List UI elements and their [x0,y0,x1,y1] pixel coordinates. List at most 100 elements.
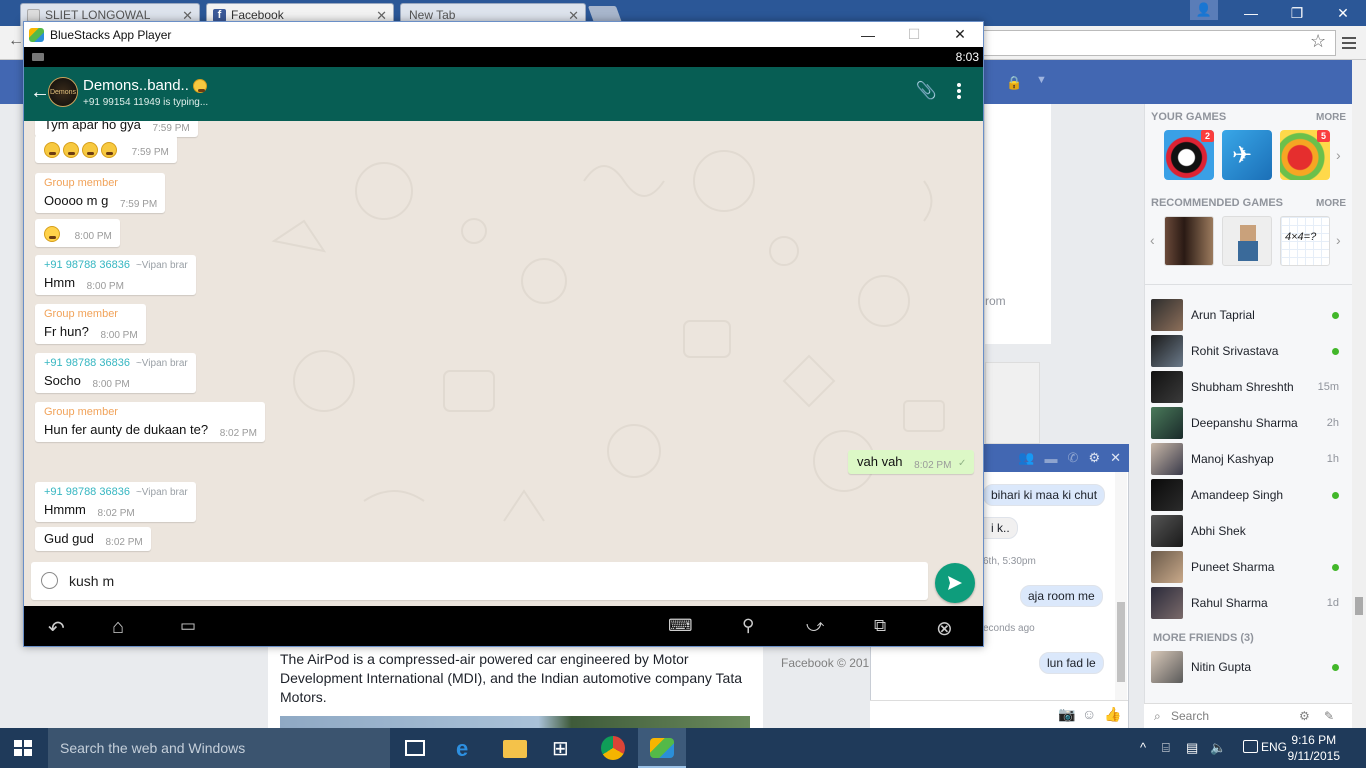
page-scrollbar[interactable] [1352,60,1366,728]
thumbs-up-icon[interactable]: 👍 [1104,706,1121,723]
whatsapp-header: ← Demons Demons..band.. +91 99154 11949 … [24,67,983,121]
language-indicator[interactable]: ENG [1261,740,1287,754]
bluestacks-taskbar-button[interactable] [638,728,686,768]
message-bubble[interactable]: 8:00 PM [35,219,120,247]
message-bubble[interactable]: +91 98788 36836 ~Vipan brar Socho 8:00 PM [35,353,196,393]
attach-icon[interactable]: 📎 [916,81,937,101]
video-call-icon[interactable]: ▬ [1045,451,1058,466]
maximize-icon[interactable]: ☐ [891,22,937,47]
tray-chevron-up-icon[interactable]: ^ [1140,740,1146,755]
chrome-icon[interactable] [601,736,625,760]
gear-icon[interactable]: ⚙ [1299,709,1310,723]
gear-icon[interactable]: ⚙ [1088,450,1100,466]
group-name[interactable]: Demons..band.. [83,77,210,94]
tray-app-icon[interactable]: ⌸ [1162,740,1170,756]
contact-item[interactable]: Puneet Sharma [1151,550,1347,584]
contact-item[interactable]: Manoj Kashyap 1h [1151,442,1347,476]
store-icon[interactable]: ⊞ [552,736,576,760]
back-arrow-icon[interactable]: ← [30,81,50,104]
add-friend-icon[interactable]: 👥 [1018,450,1034,466]
chat-search-input[interactable]: Search [1171,709,1209,723]
recommended-game-3[interactable]: 4×4=? [1280,216,1330,266]
chat-area[interactable]: Tym apar ho gya 7:59 PM 7:59 PM Group me… [24,121,983,560]
recent-apps-icon[interactable]: ▭ [180,616,196,636]
contact-item[interactable]: Rahul Sharma 1d [1151,586,1347,620]
game-candy-crush[interactable]: 5 [1280,130,1330,180]
message-bubble[interactable]: Group member Ooooo m g 7:59 PM [35,173,166,213]
taskbar-search[interactable]: Search the web and Windows [48,728,390,768]
message-input[interactable]: kush m [31,562,928,600]
task-view-icon[interactable] [405,740,425,756]
message-bubble[interactable]: +91 98788 36836 ~Vipan brar Hmm 8:00 PM [35,255,196,295]
notification-center-icon[interactable] [1243,740,1258,753]
article-image[interactable] [280,716,750,728]
phone-icon[interactable]: ✆ [1068,450,1079,466]
file-explorer-icon[interactable] [503,740,527,758]
chevron-right-icon[interactable]: › [1336,232,1341,248]
back-icon[interactable]: ↶ [48,616,65,641]
chrome-menu-icon[interactable] [1342,34,1356,52]
system-clock[interactable]: 9:16 PM 9/11/2015 [1288,732,1341,764]
user-profile-icon[interactable]: 👤 [1190,0,1218,20]
message-bubble[interactable]: Group member Fr hun? 8:00 PM [35,304,146,344]
scrollbar-thumb[interactable] [1355,597,1363,615]
games-more-link[interactable]: MORE [1316,112,1346,123]
keyboard-icon[interactable]: ⌨ [668,616,693,636]
contact-item[interactable]: Nitin Gupta [1151,650,1347,684]
game-8-ball-pool[interactable]: 2 [1164,130,1214,180]
emoji-icon[interactable]: ☺ [1082,706,1096,722]
taskbar-search-placeholder[interactable]: Search the web and Windows [60,740,245,756]
edge-browser-icon[interactable]: e [456,736,480,761]
account-menu-chevron-icon[interactable]: ▼ [1036,74,1047,86]
chat-input-bar[interactable]: 📷 ☺ 👍 [870,700,1128,728]
overflow-menu-icon[interactable] [957,83,961,101]
camera-icon[interactable]: 📷 [1058,706,1075,723]
chat-search[interactable]: ⌕ Search ⚙ ✎ [1144,703,1352,728]
send-button[interactable] [935,563,975,603]
contact-item[interactable]: Arun Taprial [1151,298,1347,332]
restore-icon[interactable]: ❐ [1274,0,1320,26]
contact-item[interactable]: Amandeep Singh [1151,478,1347,512]
recommended-game-2[interactable] [1222,216,1272,266]
close-app-icon[interactable]: ⊗ [936,616,953,641]
game-flight[interactable]: ✈ [1222,130,1272,180]
address-bar[interactable] [970,30,1336,56]
message-bubble[interactable]: +91 98788 36836 ~Vipan brar Hmmm 8:02 PM [35,482,196,522]
scrollbar-thumb[interactable] [1117,602,1125,682]
group-avatar[interactable]: Demons [48,77,78,107]
compose-icon[interactable]: ✎ [1324,709,1334,723]
contact-item[interactable]: Abhi Shek [1151,514,1347,548]
chat-scrollbar[interactable] [1115,472,1127,700]
volume-icon[interactable]: 🔈 [1210,740,1226,756]
windows-start-icon[interactable] [14,740,32,756]
game-badge: 5 [1316,130,1330,142]
chevron-right-icon[interactable]: › [1336,147,1341,163]
message-input-value[interactable]: kush m [69,573,114,589]
privacy-shortcut-icon[interactable]: 🔒 [1006,75,1022,91]
close-icon[interactable]: ✕ [1110,450,1121,466]
location-icon[interactable]: ⚲ [742,616,754,636]
bookmark-star-icon[interactable]: ☆ [1310,31,1326,52]
chevron-left-icon[interactable]: ‹ [1150,232,1155,248]
recommended-more-link[interactable]: MORE [1316,198,1346,209]
message-bubble[interactable]: Gud gud 8:02 PM [35,527,151,551]
outgoing-message-bubble[interactable]: vah vah 8:02 PM ✓ [848,450,975,474]
minimize-icon[interactable]: — [845,22,891,47]
minimize-icon[interactable]: — [1228,0,1274,26]
contact-item[interactable]: Deepanshu Sharma 2h [1151,406,1347,440]
sender-nickname: ~Vipan brar [135,358,188,369]
message-bubble[interactable]: Group member Hun fer aunty de dukaan te?… [35,402,265,442]
network-icon[interactable]: ▤ [1186,740,1198,756]
close-window-icon[interactable]: ✕ [937,22,983,47]
back-arrow-icon[interactable]: ← [8,32,24,50]
home-icon[interactable]: ⌂ [112,616,124,639]
emoji-icon[interactable] [41,572,58,589]
close-window-icon[interactable]: ✕ [1320,0,1366,26]
rotate-screen-icon[interactable]: ⧉ [874,616,886,636]
share-icon[interactable]: ⤻ [806,616,824,636]
recommended-game-1[interactable] [1164,216,1214,266]
contact-item[interactable]: Rohit Srivastava [1151,334,1347,368]
avatar-text: Demons [49,88,77,96]
contact-item[interactable]: Shubham Shreshth 15m [1151,370,1347,404]
message-bubble[interactable]: 7:59 PM [35,135,177,163]
